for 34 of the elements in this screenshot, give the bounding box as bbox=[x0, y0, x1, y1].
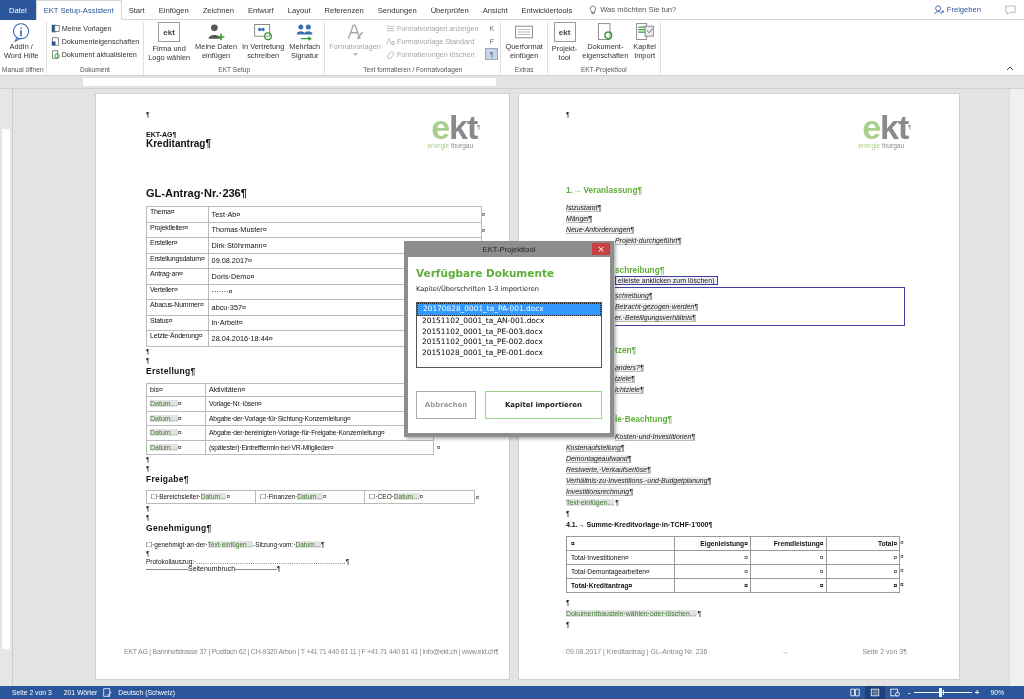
collapse-ribbon-icon[interactable] bbox=[1006, 66, 1014, 71]
section-heading: Freigabe¶ bbox=[146, 474, 190, 484]
template-icon bbox=[50, 23, 60, 33]
document-title: Kreditantrag¶ bbox=[146, 138, 211, 149]
list-icon bbox=[385, 23, 395, 33]
zoom-slider[interactable] bbox=[913, 688, 972, 697]
request-title: GL-Antrag·Nr.·236¶ bbox=[146, 187, 248, 199]
group-icon bbox=[294, 22, 315, 42]
properties-icon bbox=[50, 36, 60, 46]
person-icon bbox=[933, 4, 944, 15]
person-add-icon bbox=[206, 22, 227, 42]
lightbulb-icon bbox=[589, 4, 598, 15]
eraser-icon bbox=[385, 49, 395, 59]
info-icon bbox=[11, 22, 32, 42]
zoom-in-button[interactable]: + bbox=[971, 688, 983, 697]
section-heading: schreibung¶ bbox=[615, 265, 665, 275]
logo-tile: ekt bbox=[158, 22, 181, 42]
zoom-slider-thumb[interactable] bbox=[938, 688, 942, 697]
brush-icon bbox=[345, 22, 366, 42]
print-layout-icon bbox=[870, 688, 881, 697]
view-button[interactable] bbox=[865, 686, 886, 699]
section-heading: 1.→ Veranlassung¶ bbox=[566, 185, 643, 195]
section-heading: le·Beachtung¶ bbox=[615, 414, 673, 424]
refresh-icon bbox=[50, 49, 60, 59]
section-heading: Genehmigung¶ bbox=[146, 523, 213, 533]
section-heading: tzen¶ bbox=[615, 345, 637, 355]
close-button[interactable]: × bbox=[592, 243, 610, 255]
style-icon bbox=[385, 36, 395, 46]
logo-tile: ekt bbox=[553, 22, 576, 42]
section-heading: Erstellung¶ bbox=[146, 365, 197, 376]
read-mode-icon bbox=[850, 688, 861, 697]
zoom-out-button[interactable]: - bbox=[905, 688, 914, 697]
proofing-icon[interactable] bbox=[103, 688, 113, 697]
scrollbar[interactable] bbox=[1009, 89, 1024, 686]
